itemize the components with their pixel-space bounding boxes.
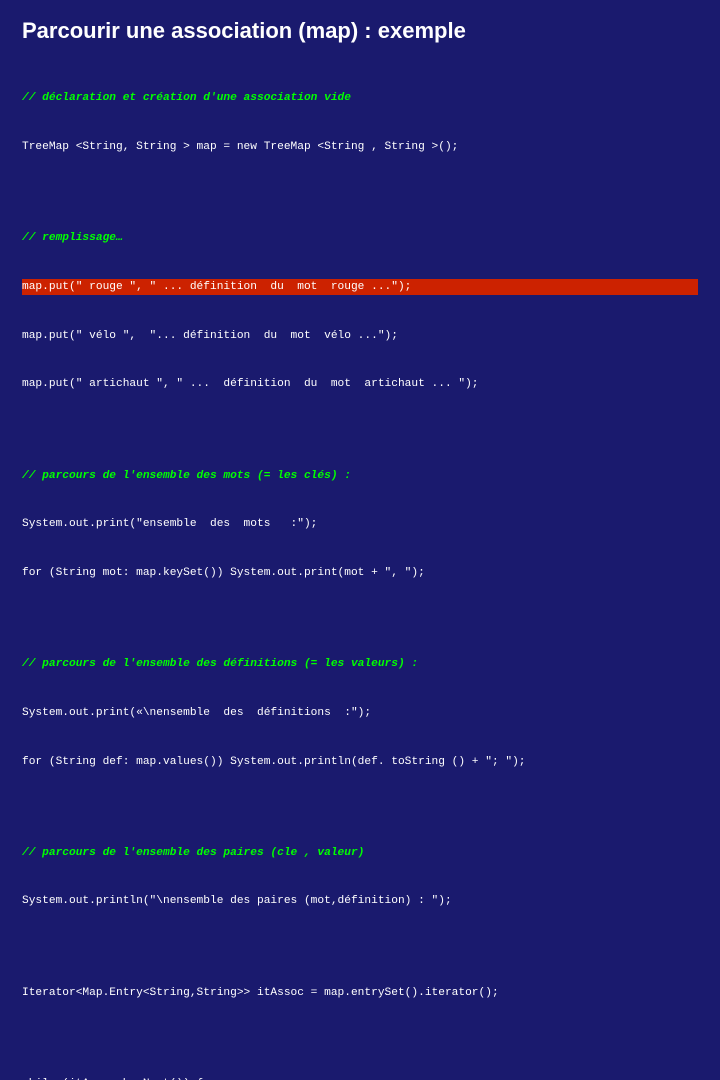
code-line-iterator: Iterator<Map.Entry<String,String>> itAss… [22, 985, 698, 1001]
comment-text-4: // parcours de l'ensemble des définition… [22, 658, 418, 670]
comment-line-2: // remplissage… [22, 230, 698, 246]
section-remplissage: // remplissage… map.put(" rouge ", " ...… [22, 198, 698, 425]
code-line-print-paires: System.out.println("\nensemble des paire… [22, 893, 698, 909]
comment-line-5: // parcours de l'ensemble des paires (cl… [22, 845, 698, 861]
section-while: while (itAssoc.hasNext()) { Map.Entry<St… [22, 1043, 698, 1080]
code-line-print-defs: System.out.print(«\nensemble des définit… [22, 705, 698, 721]
code-line-print-mots: System.out.print("ensemble des mots :"); [22, 516, 698, 532]
section-parcours-cles: // parcours de l'ensemble des mots (= le… [22, 435, 698, 614]
comment-text-2: // remplissage… [22, 232, 123, 244]
gap-5 [22, 942, 698, 952]
comment-text-3: // parcours de l'ensemble des mots (= le… [22, 470, 351, 482]
slide-title: Parcourir une association (map) : exempl… [22, 18, 698, 44]
comment-text-1: // déclaration et création d'une associa… [22, 92, 351, 104]
gap-6 [22, 1033, 698, 1043]
gap-2 [22, 425, 698, 435]
code-line-artichaut: map.put(" artichaut ", " ... définition … [22, 376, 698, 392]
comment-line-1: // déclaration et création d'une associa… [22, 90, 698, 106]
code-line-velo: map.put(" vélo ", "... définition du mot… [22, 328, 698, 344]
section-parcours-definitions: // parcours de l'ensemble des définition… [22, 624, 698, 803]
code-container: // déclaration et création d'une associa… [22, 58, 698, 1080]
gap-4 [22, 802, 698, 812]
code-line-for-keyset: for (String mot: map.keySet()) System.ou… [22, 565, 698, 581]
comment-line-4: // parcours de l'ensemble des définition… [22, 656, 698, 672]
section-declaration: // déclaration et création d'une associa… [22, 58, 698, 188]
section-parcours-paires: // parcours de l'ensemble des paires (cl… [22, 812, 698, 942]
comment-line-3: // parcours de l'ensemble des mots (= le… [22, 468, 698, 484]
gap-1 [22, 188, 698, 198]
slide: Parcourir une association (map) : exempl… [0, 0, 720, 540]
gap-3 [22, 614, 698, 624]
code-line-while: while (itAssoc.hasNext()) { [22, 1076, 698, 1080]
code-line-rouge: map.put(" rouge ", " ... définition du m… [22, 279, 698, 295]
section-iterator: Iterator<Map.Entry<String,String>> itAss… [22, 952, 698, 1033]
code-line-1: TreeMap <String, String > map = new Tree… [22, 139, 698, 155]
comment-text-5: // parcours de l'ensemble des paires (cl… [22, 847, 364, 859]
code-line-for-values: for (String def: map.values()) System.ou… [22, 754, 698, 770]
